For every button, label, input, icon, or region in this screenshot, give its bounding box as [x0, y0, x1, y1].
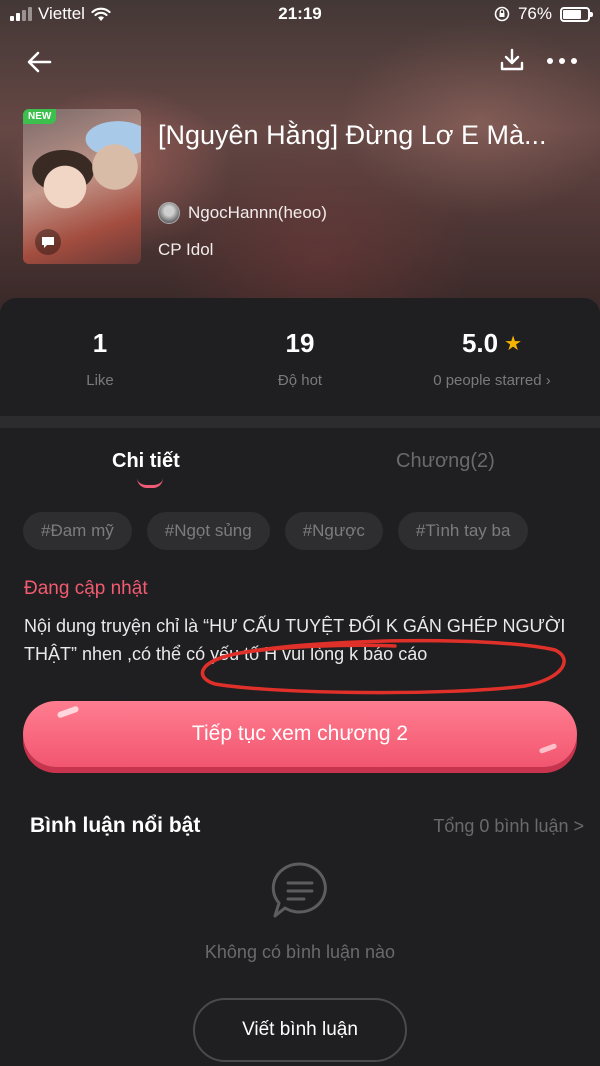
author-name: NgocHannn(heoo): [188, 203, 327, 222]
comments-title: Bình luận nổi bật: [30, 814, 201, 837]
book-category[interactable]: CP Idol: [158, 240, 213, 260]
rating-value: 5.0: [461, 327, 499, 358]
tag-item[interactable]: #Ngọt sủng: [146, 512, 270, 550]
rotation-lock-icon: [494, 6, 510, 22]
comments-total-link[interactable]: Tổng 0 bình luận >: [433, 816, 584, 837]
author-avatar: [158, 202, 180, 224]
main-panel: 1 Like 19 Độ hot 5.0 ★ 0 people starred …: [0, 298, 600, 1066]
author-row[interactable]: NgocHannn(heoo): [158, 202, 327, 224]
likes-value: 1: [92, 327, 108, 358]
hot-stat: 19 Độ hot: [200, 326, 400, 390]
top-nav: [0, 40, 600, 80]
new-badge: NEW: [23, 109, 57, 124]
status-bar: Viettel 21:19 76%: [0, 0, 600, 30]
battery-percent: 76%: [517, 4, 552, 23]
more-dots-icon: [547, 58, 577, 64]
tab-bar: Chi tiết Chương(2): [0, 446, 600, 496]
chat-bubble-icon: [35, 229, 61, 255]
tag-item[interactable]: #Đam mỹ: [23, 512, 132, 550]
status-right: 76%: [494, 4, 593, 24]
section-divider: [0, 416, 600, 428]
book-title: [Nguyên Hằng] Đừng Lơ E Mà...: [158, 120, 547, 150]
comment-bubble-icon: [271, 862, 327, 918]
button-shine: [56, 705, 80, 719]
update-status: Đang cập nhật: [24, 578, 148, 599]
stats-row: 1 Like 19 Độ hot 5.0 ★ 0 people starred …: [0, 298, 600, 416]
rating-label: 0 people starred ›: [433, 372, 551, 389]
tab-chapters[interactable]: Chương(2): [396, 450, 495, 473]
continue-reading-label: Tiếp tục xem chương 2: [191, 722, 409, 745]
button-shine: [538, 743, 558, 754]
continue-reading-button[interactable]: Tiếp tục xem chương 2: [23, 701, 577, 767]
battery-icon: [560, 6, 593, 22]
back-button[interactable]: [22, 44, 58, 80]
download-icon: [500, 48, 524, 71]
write-comment-button[interactable]: Viết bình luận: [193, 998, 407, 1062]
rating-row: 5.0 ★: [392, 326, 592, 360]
tab-details[interactable]: Chi tiết: [112, 450, 180, 473]
description-text: Nội dung truyện chỉ là “HƯ CẤU TUYỆT ĐỐI…: [24, 616, 566, 664]
tag-list: #Đam mỹ #Ngọt sủng #Ngược #Tình tay ba: [23, 512, 529, 550]
likes-stat: 1 Like: [0, 326, 200, 390]
book-cover[interactable]: NEW: [23, 109, 141, 264]
arrow-left-icon: [27, 51, 52, 73]
no-comments-text: Không có bình luận nào: [204, 942, 396, 962]
download-button[interactable]: [494, 42, 530, 78]
hot-value: 19: [285, 327, 315, 358]
star-icon: ★: [504, 332, 523, 355]
battery-level: [563, 9, 582, 19]
more-options-button[interactable]: [540, 42, 584, 78]
tag-item[interactable]: #Tình tay ba: [397, 512, 529, 550]
active-tab-indicator: [137, 478, 163, 488]
tag-item[interactable]: #Ngược: [284, 512, 383, 550]
rating-stat[interactable]: 5.0 ★ 0 people starred ›: [392, 326, 592, 390]
likes-label: Like: [86, 372, 114, 389]
hot-label: Độ hot: [277, 372, 323, 389]
